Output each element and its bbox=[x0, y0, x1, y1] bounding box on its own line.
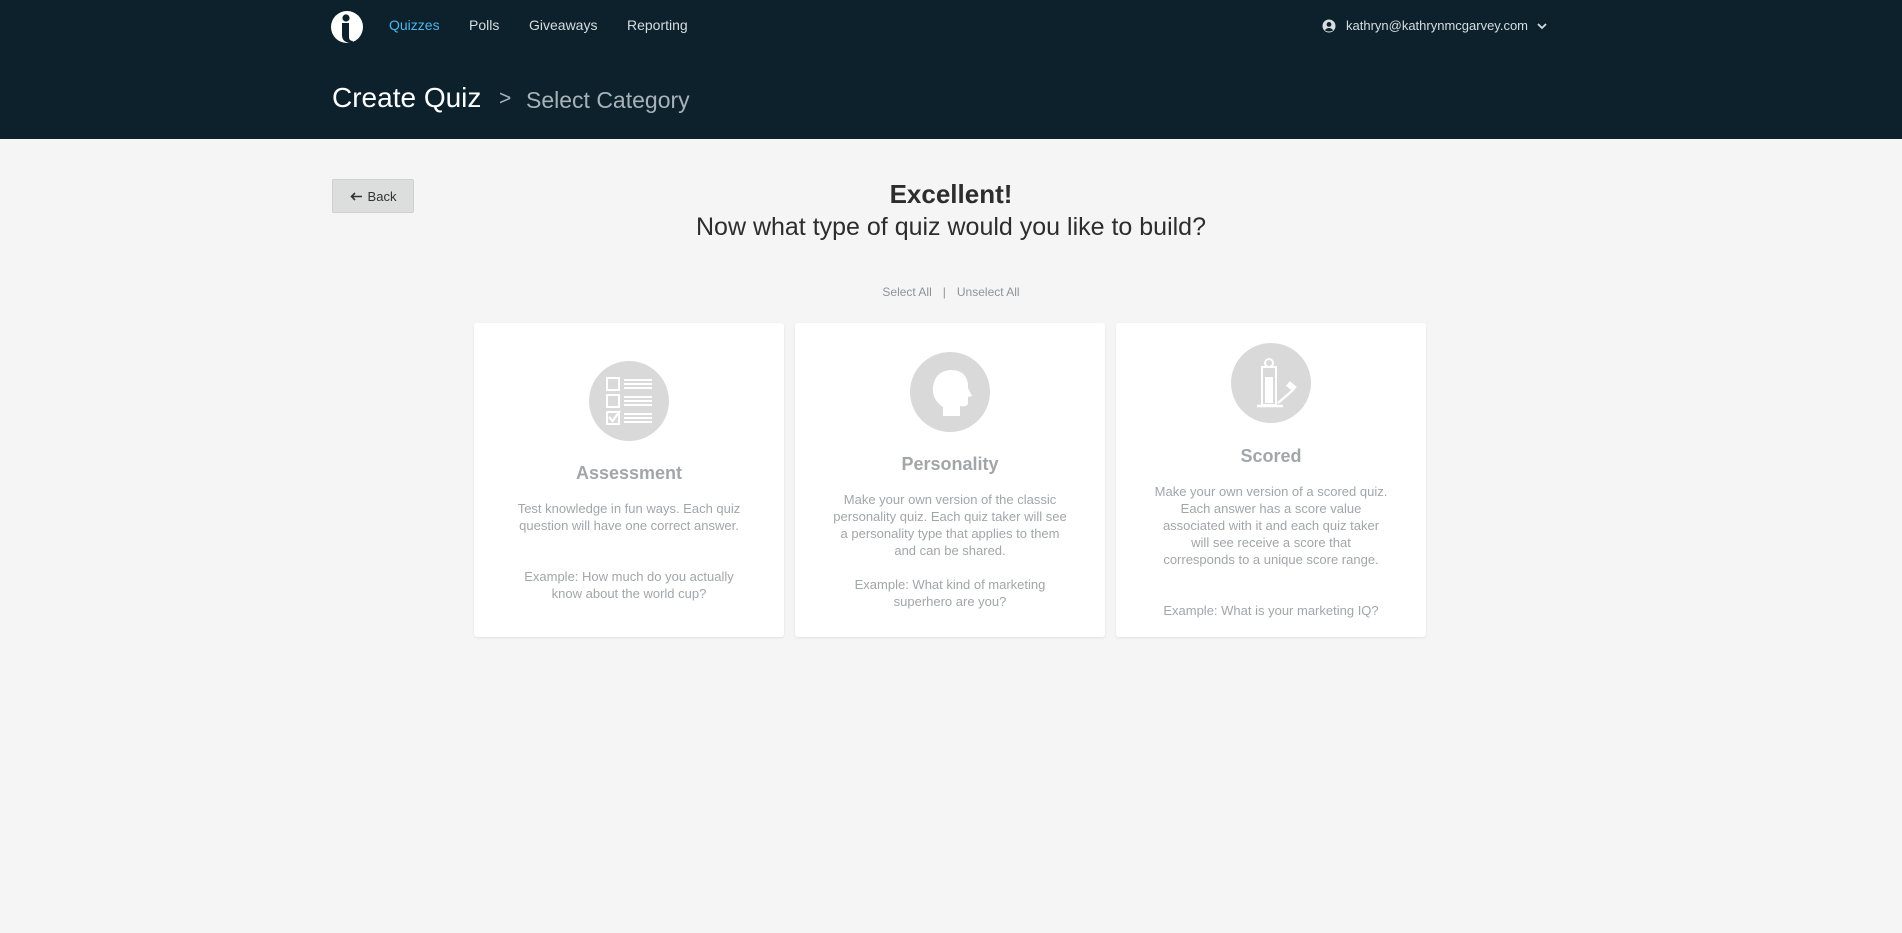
card-title: Scored bbox=[1240, 446, 1302, 466]
breadcrumb-separator: > bbox=[499, 87, 512, 110]
nav-giveaways[interactable]: Giveaways bbox=[529, 17, 597, 33]
card-description: Test knowledge in fun ways. Each quiz qu… bbox=[517, 501, 741, 533]
info-logo-icon[interactable] bbox=[330, 10, 364, 44]
breadcrumb-current: Select Category bbox=[526, 87, 690, 113]
selection-controls: Select All | Unselect All bbox=[0, 285, 1902, 299]
page-title: Create Quiz bbox=[332, 82, 482, 113]
nav-quizzes[interactable]: Quizzes bbox=[389, 17, 440, 33]
card-assessment[interactable]: Assessment Test knowledge in fun ways. E… bbox=[474, 323, 784, 637]
card-description: Make your own version of a scored quiz. … bbox=[1154, 484, 1388, 567]
nav-reporting[interactable]: Reporting bbox=[627, 17, 688, 33]
checklist-icon bbox=[589, 361, 669, 441]
headline: Excellent! bbox=[889, 179, 1013, 209]
chevron-down-icon[interactable] bbox=[1537, 22, 1547, 30]
account-menu[interactable]: kathryn@kathrynmcgarvey.com bbox=[1322, 18, 1547, 33]
subheadline: Now what type of quiz would you like to … bbox=[695, 213, 1206, 241]
head-profile-icon bbox=[910, 352, 990, 432]
divider: | bbox=[942, 285, 946, 299]
account-email[interactable]: kathryn@kathrynmcgarvey.com bbox=[1346, 18, 1528, 33]
user-icon bbox=[1322, 19, 1336, 33]
card-example: Example: What is your marketing IQ? bbox=[1163, 603, 1379, 618]
top-header: Quizzes Polls Giveaways Reporting kathry… bbox=[0, 0, 1902, 139]
card-example: Example: How much do you actually know a… bbox=[524, 569, 734, 601]
unselect-all-link[interactable]: Unselect All bbox=[957, 285, 1020, 299]
card-scored[interactable]: Scored Make your own version of a scored… bbox=[1116, 323, 1426, 637]
card-example: Example: What kind of marketing superher… bbox=[854, 577, 1046, 609]
nav-polls[interactable]: Polls bbox=[469, 17, 499, 33]
select-all-link[interactable]: Select All bbox=[882, 285, 931, 299]
card-title: Personality bbox=[901, 454, 999, 474]
card-personality[interactable]: Personality Make your own version of the… bbox=[795, 323, 1105, 637]
card-description: Make your own version of the classic per… bbox=[833, 492, 1067, 558]
strength-tester-icon bbox=[1231, 343, 1311, 423]
card-title: Assessment bbox=[575, 463, 683, 483]
